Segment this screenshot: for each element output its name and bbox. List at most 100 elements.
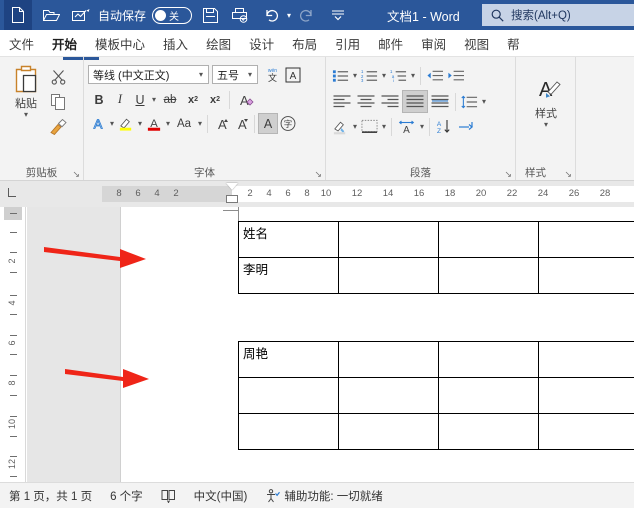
table-2-cell-1-3[interactable]: [538, 377, 634, 414]
styles-dropdown-icon[interactable]: ▾: [544, 121, 548, 129]
strikethrough-button[interactable]: ab: [158, 89, 182, 110]
tab-insert[interactable]: 插入: [154, 30, 197, 56]
undo-dropdown-icon[interactable]: ▾: [285, 11, 293, 20]
table-row[interactable]: 李明: [238, 257, 634, 294]
autosave-toggle[interactable]: 关: [152, 6, 193, 24]
highlight-dropdown-icon[interactable]: ▾: [136, 119, 144, 128]
paste-button[interactable]: 粘贴 ▾: [4, 60, 48, 119]
styles-dialog-launcher[interactable]: ↘: [564, 169, 572, 180]
format-painter-button[interactable]: [48, 114, 69, 139]
numbering-icon[interactable]: 123: [359, 65, 380, 86]
shrink-font-icon[interactable]: A: [231, 113, 251, 134]
new-document-icon[interactable]: [4, 0, 32, 30]
table-2-cell-0-2[interactable]: [438, 341, 539, 378]
font-name-dropdown-icon[interactable]: ▾: [197, 70, 205, 79]
document-page[interactable]: 姓名 李明 周艳: [120, 207, 634, 482]
search-input[interactable]: 搜索(Alt+Q): [482, 4, 634, 26]
change-case-dropdown-icon[interactable]: ▾: [196, 119, 204, 128]
table-2-cell-2-3[interactable]: [538, 413, 634, 450]
enclose-character-icon[interactable]: 字: [278, 113, 298, 134]
table-1-cell-0-1[interactable]: [338, 221, 439, 258]
table-2-cell-0-3[interactable]: [538, 341, 634, 378]
bullets-icon[interactable]: [330, 65, 351, 86]
table-2-cell-1-2[interactable]: [438, 377, 539, 414]
bold-button[interactable]: B: [88, 89, 110, 110]
align-justify-button[interactable]: [402, 90, 428, 113]
first-line-indent-marker[interactable]: [226, 183, 238, 190]
table-2-cell-2-0[interactable]: [238, 413, 339, 450]
clear-formatting-icon[interactable]: A: [233, 89, 257, 110]
tab-view[interactable]: 视图: [455, 30, 498, 56]
left-indent-marker[interactable]: [226, 195, 238, 203]
table-1-cell-1-2[interactable]: [438, 257, 539, 294]
distribute-button[interactable]: [428, 91, 452, 112]
proofing-icon[interactable]: [152, 489, 185, 503]
language-indicator[interactable]: 中文(中国): [185, 488, 257, 504]
text-effects-dropdown-icon[interactable]: ▾: [108, 119, 116, 128]
page-indicator[interactable]: 第 1 页，共 1 页: [0, 488, 101, 504]
table-row[interactable]: 周艳: [238, 341, 634, 378]
table-2-cell-2-1[interactable]: [338, 413, 439, 450]
table-1-cell-1-0[interactable]: 李明: [238, 257, 339, 294]
font-size-combobox[interactable]: 五号 ▾: [212, 65, 258, 84]
borders-dropdown-icon[interactable]: ▾: [380, 122, 388, 131]
table-row-group-2[interactable]: 周艳: [238, 341, 634, 450]
character-border-icon[interactable]: A: [283, 64, 303, 85]
tab-design[interactable]: 设计: [240, 30, 283, 56]
table-row[interactable]: [238, 413, 634, 450]
tab-layout[interactable]: 布局: [283, 30, 326, 56]
touch-pen-icon[interactable]: [68, 2, 94, 28]
font-color-dropdown-icon[interactable]: ▾: [164, 119, 172, 128]
line-spacing-icon[interactable]: [459, 91, 480, 112]
tab-help[interactable]: 帮: [498, 30, 529, 56]
vertical-ruler[interactable]: 2 4 6 8 10 12: [0, 207, 26, 482]
tab-home[interactable]: 开始: [43, 30, 86, 56]
table-1-cell-1-3[interactable]: [538, 257, 634, 294]
table-2-cell-1-0[interactable]: [238, 377, 339, 414]
word-count[interactable]: 6 个字: [101, 488, 152, 504]
tab-file[interactable]: 文件: [0, 30, 43, 56]
table-row[interactable]: [238, 377, 634, 414]
multilevel-dropdown-icon[interactable]: ▾: [409, 71, 417, 80]
line-spacing-dropdown-icon[interactable]: ▾: [480, 97, 488, 106]
underline-button[interactable]: U: [130, 89, 150, 110]
table-1-cell-0-0[interactable]: 姓名: [238, 221, 339, 258]
table-1-cell-0-3[interactable]: [538, 221, 634, 258]
tab-references[interactable]: 引用: [326, 30, 369, 56]
align-center-button[interactable]: [354, 91, 378, 112]
increase-indent-icon[interactable]: [445, 65, 466, 86]
table-2-cell-0-0[interactable]: 周艳: [238, 341, 339, 378]
tab-draw[interactable]: 绘图: [197, 30, 240, 56]
tab-template-center[interactable]: 模板中心: [86, 30, 154, 56]
font-size-dropdown-icon[interactable]: ▾: [246, 70, 254, 79]
tab-review[interactable]: 审阅: [412, 30, 455, 56]
table-row[interactable]: 姓名: [238, 221, 634, 258]
table-2-cell-0-1[interactable]: [338, 341, 439, 378]
cut-button[interactable]: [48, 64, 69, 89]
customize-quick-access-icon[interactable]: [325, 2, 351, 28]
quick-print-icon[interactable]: [227, 2, 253, 28]
sort-icon[interactable]: AZ: [433, 116, 455, 137]
paste-dropdown-icon[interactable]: ▾: [24, 111, 28, 119]
underline-dropdown-icon[interactable]: ▾: [150, 95, 158, 104]
highlight-color-icon[interactable]: [116, 113, 136, 134]
font-dialog-launcher[interactable]: ↘: [314, 169, 322, 180]
chinese-layout-icon[interactable]: A: [395, 116, 418, 137]
phonetic-guide-icon[interactable]: wén 文: [262, 64, 283, 85]
align-left-button[interactable]: [330, 91, 354, 112]
grow-font-icon[interactable]: A: [211, 113, 231, 134]
multilevel-list-icon[interactable]: 1ai: [388, 65, 409, 86]
accessibility-indicator[interactable]: 辅助功能: 一切就绪: [256, 488, 391, 504]
tab-stop-selector[interactable]: [0, 181, 26, 207]
text-shading-button[interactable]: A: [258, 113, 279, 134]
tab-mailings[interactable]: 邮件: [369, 30, 412, 56]
align-right-button[interactable]: [378, 91, 402, 112]
shading-dropdown-icon[interactable]: ▾: [351, 122, 359, 131]
chinese-layout-dropdown-icon[interactable]: ▾: [418, 122, 426, 131]
superscript-button[interactable]: x2: [204, 89, 226, 110]
styles-button[interactable]: A 样式 ▾: [520, 72, 572, 129]
copy-button[interactable]: [48, 89, 69, 114]
document-canvas[interactable]: 姓名 李明 周艳: [27, 207, 634, 482]
borders-icon[interactable]: [359, 116, 380, 137]
decrease-indent-icon[interactable]: [424, 65, 445, 86]
